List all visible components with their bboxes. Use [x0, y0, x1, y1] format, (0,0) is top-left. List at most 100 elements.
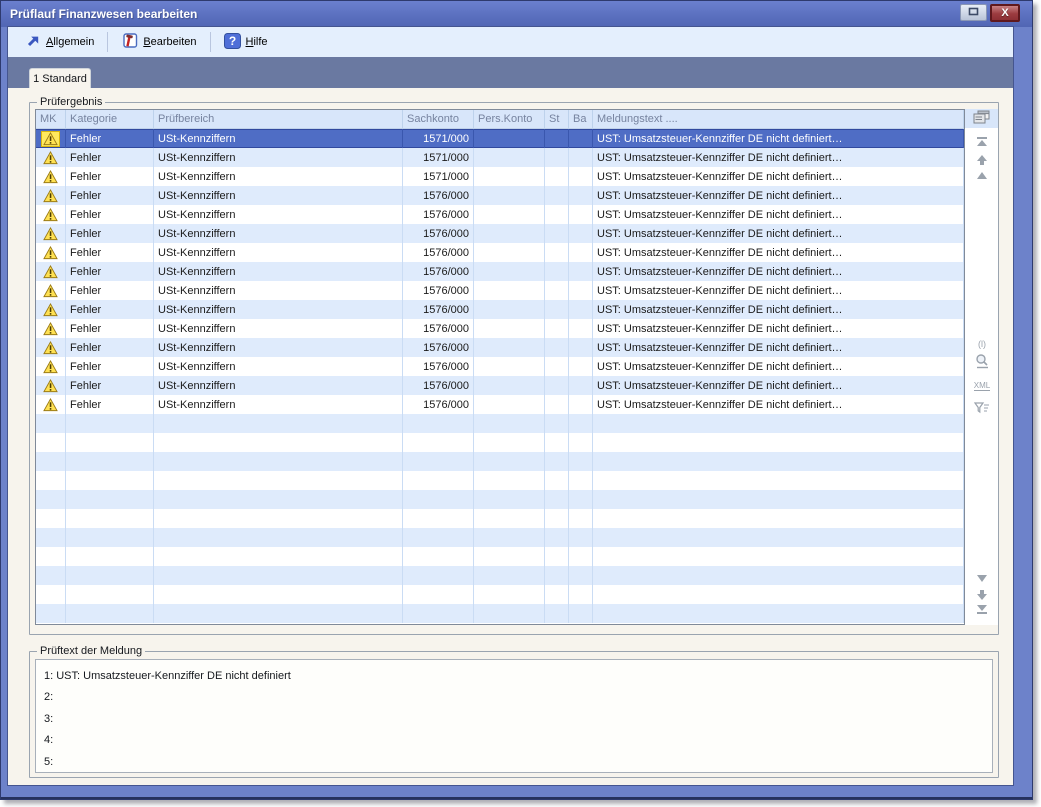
column-header-meldungstext[interactable]: Meldungstext .... [593, 110, 964, 128]
table-row[interactable]: FehlerUSt-Kennziffern1576/000UST: Umsatz… [36, 338, 964, 357]
empty-table-row [36, 604, 964, 623]
table-row[interactable]: FehlerUSt-Kennziffern1571/000UST: Umsatz… [36, 148, 964, 167]
empty-cell [66, 433, 154, 452]
filter-icon[interactable] [972, 399, 992, 417]
table-row[interactable]: FehlerUSt-Kennziffern1576/000UST: Umsatz… [36, 205, 964, 224]
cell-ba [569, 148, 593, 167]
table-row[interactable]: FehlerUSt-Kennziffern1576/000UST: Umsatz… [36, 224, 964, 243]
cell-st [545, 205, 569, 224]
empty-cell [593, 585, 964, 604]
column-header-pruefbereich[interactable]: Prüfbereich [154, 110, 403, 128]
cell-meldungstext: UST: Umsatzsteuer-Kennziffer DE nicht de… [593, 300, 964, 319]
client-area: Allgemein Bearbeiten ?Hilfe 1 Standard Prü… [8, 27, 1013, 785]
table-row[interactable]: FehlerUSt-Kennziffern1576/000UST: Umsatz… [36, 262, 964, 281]
empty-cell [545, 509, 569, 528]
empty-cell [154, 585, 403, 604]
table-row[interactable]: FehlerUSt-Kennziffern1576/000UST: Umsatz… [36, 281, 964, 300]
empty-cell [593, 566, 964, 585]
cell-kategorie: Fehler [66, 262, 154, 281]
empty-table-row [36, 509, 964, 528]
cell-mk [36, 129, 66, 148]
cell-ba [569, 129, 593, 148]
table-row[interactable]: FehlerUSt-Kennziffern1576/000UST: Umsatz… [36, 376, 964, 395]
empty-table-row [36, 433, 964, 452]
column-chooser-icon[interactable] [973, 110, 990, 127]
empty-cell [154, 528, 403, 547]
search-icon[interactable] [972, 352, 992, 370]
allgemein-button[interactable]: Allgemein [20, 31, 100, 54]
warning-icon [41, 302, 60, 318]
title-bar[interactable]: Prüflauf Finanzwesen bearbeiten X [1, 1, 1032, 27]
empty-cell [593, 452, 964, 471]
cell-ba [569, 224, 593, 243]
cell-sachkonto: 1576/000 [403, 376, 474, 395]
empty-cell [36, 414, 66, 433]
table-row[interactable]: FehlerUSt-Kennziffern1576/000UST: Umsatz… [36, 300, 964, 319]
warning-icon [41, 169, 60, 185]
result-table: MKKategoriePrüfbereichSachkontoPers.Kont… [35, 109, 965, 625]
bearbeiten-button[interactable]: Bearbeiten [115, 29, 202, 55]
window-bottom-edge [1, 797, 1032, 799]
cell-st [545, 129, 569, 148]
hammer-icon [121, 32, 138, 52]
help-icon: ? [224, 33, 241, 52]
cell-ba [569, 357, 593, 376]
hilfe-button[interactable]: ?Hilfe [218, 30, 274, 55]
column-header-st[interactable]: St [545, 110, 569, 128]
empty-cell [36, 452, 66, 471]
scroll-bottom-icon[interactable] [972, 600, 992, 618]
empty-cell [569, 414, 593, 433]
column-header-pers_konto[interactable]: Pers.Konto [474, 110, 545, 128]
table-row[interactable]: FehlerUSt-Kennziffern1576/000UST: Umsatz… [36, 186, 964, 205]
maximize-button[interactable] [960, 4, 987, 21]
cell-ba [569, 300, 593, 319]
column-header-ba[interactable]: Ba [569, 110, 593, 128]
tab-standard[interactable]: 1 Standard [29, 68, 91, 88]
column-header-kategorie[interactable]: Kategorie [66, 110, 154, 128]
pruefergebnis-group-label: Prüfergebnis [37, 96, 105, 108]
empty-cell [66, 509, 154, 528]
empty-cell [569, 566, 593, 585]
table-row[interactable]: FehlerUSt-Kennziffern1571/000UST: Umsatz… [36, 167, 964, 186]
empty-cell [593, 509, 964, 528]
column-header-mk[interactable]: MK [36, 110, 66, 128]
warning-icon [41, 359, 60, 375]
cell-kategorie: Fehler [66, 357, 154, 376]
table-row[interactable]: FehlerUSt-Kennziffern1576/000UST: Umsatz… [36, 243, 964, 262]
empty-cell [154, 433, 403, 452]
cell-sachkonto: 1576/000 [403, 338, 474, 357]
warning-icon [41, 150, 60, 166]
table-row[interactable]: FehlerUSt-Kennziffern1576/000UST: Umsatz… [36, 395, 964, 414]
cell-kategorie: Fehler [66, 148, 154, 167]
empty-cell [36, 604, 66, 623]
empty-cell [36, 433, 66, 452]
empty-cell [569, 585, 593, 604]
empty-cell [403, 604, 474, 623]
close-button[interactable]: X [990, 4, 1020, 22]
table-row[interactable]: FehlerUSt-Kennziffern1576/000UST: Umsatz… [36, 357, 964, 376]
scroll-up-icon[interactable] [972, 166, 992, 184]
cell-pers_konto [474, 376, 545, 395]
column-header-sachkonto[interactable]: Sachkonto [403, 110, 474, 128]
toolbar-separator [107, 32, 108, 52]
cell-st [545, 148, 569, 167]
table-side-toolbar: (l) XML [965, 109, 998, 625]
warning-icon [41, 188, 60, 204]
cell-mk [36, 281, 66, 300]
table-row[interactable]: FehlerUSt-Kennziffern1576/000UST: Umsatz… [36, 319, 964, 338]
empty-cell [403, 490, 474, 509]
code-brackets-icon[interactable]: (l) [972, 335, 992, 353]
empty-cell [403, 414, 474, 433]
empty-cell [593, 471, 964, 490]
cell-ba [569, 262, 593, 281]
empty-cell [569, 471, 593, 490]
scroll-top-icon[interactable] [972, 132, 992, 150]
empty-cell [66, 566, 154, 585]
empty-table-row [36, 566, 964, 585]
dialog-window: Prüflauf Finanzwesen bearbeiten X Allgem… [0, 0, 1033, 800]
cell-meldungstext: UST: Umsatzsteuer-Kennziffer DE nicht de… [593, 243, 964, 262]
table-row[interactable]: FehlerUSt-Kennziffern1571/000UST: Umsatz… [36, 129, 964, 148]
xml-icon[interactable]: XML [972, 377, 992, 395]
empty-cell [36, 547, 66, 566]
prueftext-panel[interactable]: 1: UST: Umsatzsteuer-Kennziffer DE nicht… [35, 659, 993, 773]
